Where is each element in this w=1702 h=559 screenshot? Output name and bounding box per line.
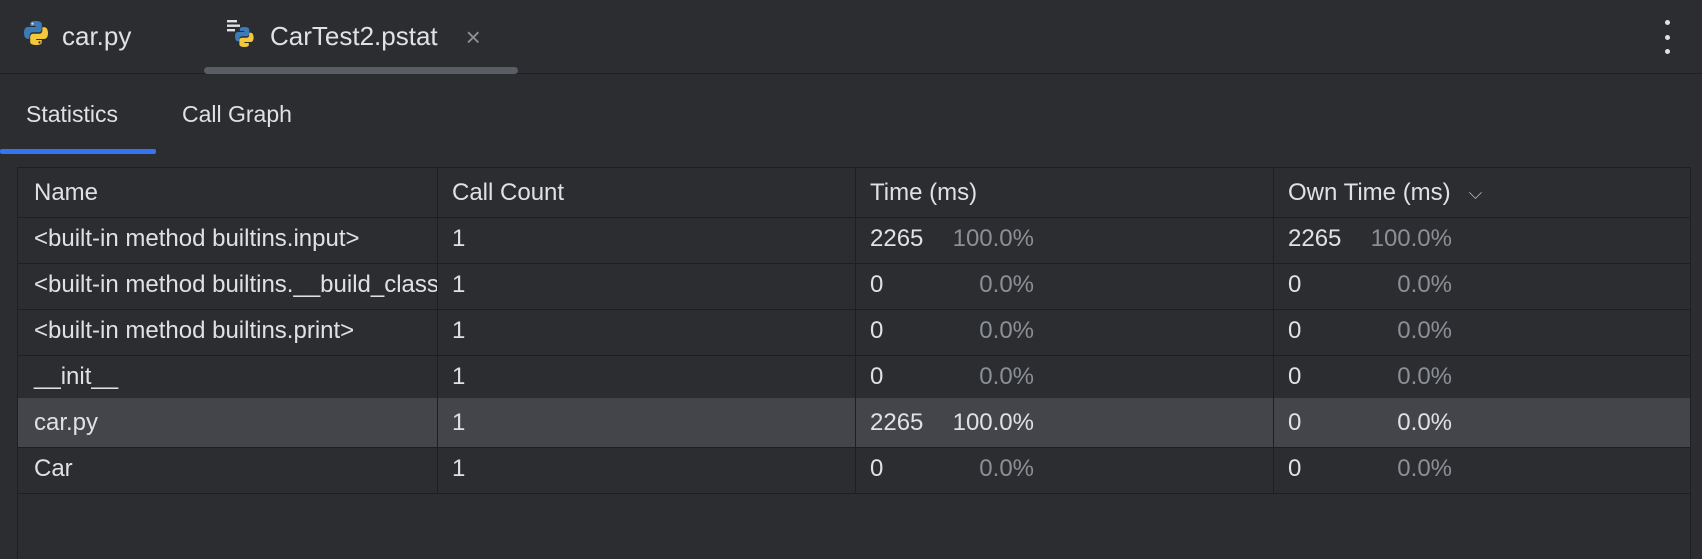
cell-call-count: 1 [438, 352, 856, 402]
table-row[interactable]: <built-in method builtins.input> 1 2265 1… [18, 214, 1690, 264]
tab-label: car.py [62, 21, 132, 51]
time-percent: 100.0% [952, 409, 1034, 436]
editor-tab-bar: car.py CarTest2.pstat × [0, 0, 1702, 74]
profiler-python-icon [226, 17, 258, 56]
time-percent: 0.0% [979, 455, 1034, 482]
own-time-value: 0 [1288, 409, 1302, 436]
own-time-percent: 0.0% [1397, 317, 1452, 344]
own-time-value: 0 [1288, 363, 1302, 390]
python-icon [22, 19, 50, 54]
cell-name: <built-in method builtins.input> [18, 214, 438, 264]
time-value: 0 [870, 455, 884, 482]
cell-call-count: 1 [438, 444, 856, 494]
cell-time: 0 0.0% [856, 444, 1274, 494]
time-percent: 0.0% [979, 317, 1034, 344]
close-icon[interactable]: × [466, 24, 481, 50]
profiler-view-tabs: Statistics Call Graph [0, 74, 1702, 155]
time-percent: 100.0% [952, 225, 1034, 252]
time-percent: 0.0% [979, 363, 1034, 390]
table-row[interactable]: <built-in method builtins.print> 1 0 0.0%… [18, 306, 1690, 356]
own-time-percent: 0.0% [1397, 271, 1452, 298]
cell-own-time: 0 0.0% [1274, 444, 1690, 494]
cell-own-time: 0 0.0% [1274, 260, 1690, 310]
cell-time: 0 0.0% [856, 260, 1274, 310]
cell-own-time: 0 0.0% [1274, 352, 1690, 402]
own-time-percent: 0.0% [1397, 363, 1452, 390]
cell-call-count: 1 [438, 214, 856, 264]
active-tab-indicator [204, 67, 518, 74]
cell-time: 0 0.0% [856, 352, 1274, 402]
time-value: 2265 [870, 225, 924, 252]
cell-time: 2265 100.0% [856, 214, 1274, 264]
column-header-call-count[interactable]: Call Count [438, 168, 856, 218]
table-row[interactable]: Car 1 0 0.0% 0 0.0% [18, 444, 1690, 494]
active-subtab-indicator [0, 149, 156, 154]
cell-time: 0 0.0% [856, 306, 1274, 356]
time-value: 0 [870, 317, 884, 344]
own-time-percent: 100.0% [1370, 225, 1452, 252]
own-time-value: 0 [1288, 455, 1302, 482]
cell-own-time: 0 0.0% [1274, 306, 1690, 356]
own-time-value: 0 [1288, 317, 1302, 344]
statistics-table: Name Call Count Time (ms) Own Time (ms) … [17, 167, 1691, 559]
time-value: 2265 [870, 409, 924, 436]
column-header-own-time[interactable]: Own Time (ms) ⌵ [1274, 168, 1690, 218]
cell-own-time: 2265 100.0% [1274, 214, 1690, 264]
tab-car-py[interactable]: car.py [22, 0, 131, 73]
column-header-label: Own Time (ms) [1288, 179, 1451, 206]
cell-name: <built-in method builtins.__build_class_… [18, 260, 438, 310]
table-row[interactable]: __init__ 1 0 0.0% 0 0.0% [18, 352, 1690, 402]
cell-own-time: 0 0.0% [1274, 398, 1690, 448]
more-options-icon[interactable] [1660, 20, 1674, 54]
cell-name: car.py [18, 398, 438, 448]
tab-call-graph[interactable]: Call Graph [182, 74, 292, 155]
cell-name: __init__ [18, 352, 438, 402]
cell-call-count: 1 [438, 306, 856, 356]
own-time-value: 2265 [1288, 225, 1342, 252]
own-time-percent: 0.0% [1397, 409, 1452, 436]
time-value: 0 [870, 271, 884, 298]
cell-time: 2265 100.0% [856, 398, 1274, 448]
sort-descending-icon[interactable]: ⌵ [1469, 183, 1483, 204]
own-time-value: 0 [1288, 271, 1302, 298]
table-header: Name Call Count Time (ms) Own Time (ms) … [18, 168, 1690, 218]
tab-cartest2-pstat[interactable]: CarTest2.pstat × [204, 0, 518, 74]
own-time-percent: 0.0% [1397, 455, 1452, 482]
table-row[interactable]: <built-in method builtins.__build_class_… [18, 260, 1690, 310]
time-percent: 0.0% [979, 271, 1034, 298]
tab-statistics[interactable]: Statistics [26, 74, 118, 155]
column-header-time[interactable]: Time (ms) [856, 168, 1274, 218]
time-value: 0 [870, 363, 884, 390]
cell-name: <built-in method builtins.print> [18, 306, 438, 356]
cell-call-count: 1 [438, 398, 856, 448]
cell-call-count: 1 [438, 260, 856, 310]
column-header-name[interactable]: Name [18, 168, 438, 218]
tab-label: CarTest2.pstat [270, 21, 438, 51]
table-row-selected[interactable]: car.py 1 2265 100.0% 0 0.0% [18, 398, 1690, 448]
cell-name: Car [18, 444, 438, 494]
